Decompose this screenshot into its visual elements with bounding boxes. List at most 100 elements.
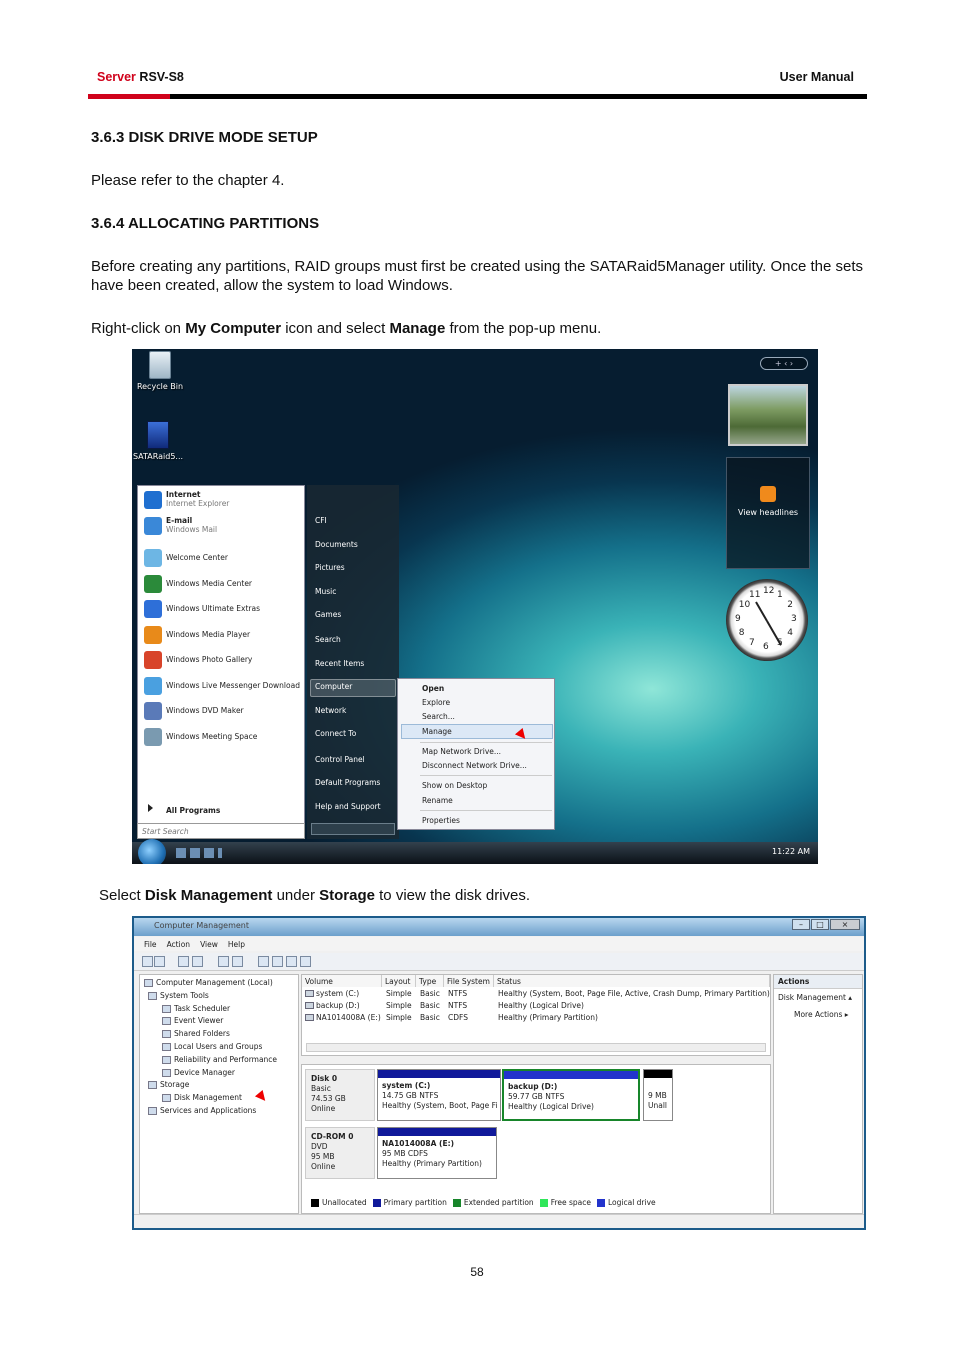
- partition-c[interactable]: system (C:) 14.75 GB NTFS Healthy (System,…: [377, 1069, 501, 1121]
- menu-action[interactable]: Action: [167, 940, 191, 949]
- tree-item-3[interactable]: Event Viewer: [174, 1016, 223, 1025]
- recycle-bin-icon[interactable]: Recycle Bin: [134, 351, 186, 391]
- quick-launch-icons[interactable]: [176, 848, 222, 858]
- place-item-7[interactable]: Computer: [315, 682, 352, 691]
- context-item-2[interactable]: Search...: [422, 712, 455, 721]
- computer-context-menu: Open Explore Search... Manage Map Network Dr…: [397, 678, 555, 830]
- sidebar-controls[interactable]: + ‹ ›: [760, 357, 808, 370]
- place-item-2[interactable]: Pictures: [315, 563, 345, 572]
- toolbar-button-icon[interactable]: [218, 956, 229, 967]
- context-item-0[interactable]: Open: [422, 684, 444, 693]
- context-item-8[interactable]: Properties: [422, 816, 460, 825]
- section-text-364: Before creating any partitions, RAID gro…: [91, 258, 864, 294]
- feed-gadget[interactable]: View headlines: [726, 457, 810, 569]
- partition-unallocated[interactable]: 9 MB Unall: [643, 1069, 673, 1121]
- place-item-6[interactable]: Recent Items: [315, 659, 364, 668]
- place-item-8[interactable]: Network: [315, 706, 346, 715]
- tree-item-0[interactable]: Computer Management (Local): [156, 978, 273, 987]
- clock-number-2: 2: [787, 600, 793, 610]
- volume-cell[interactable]: backup (D:): [316, 1001, 360, 1010]
- column-file-system[interactable]: File System: [444, 975, 494, 987]
- start-item-5[interactable]: Windows Media Player: [166, 630, 250, 639]
- tree-node-icon: [162, 1068, 171, 1077]
- place-item-11[interactable]: Default Programs: [315, 778, 380, 787]
- start-search-input[interactable]: Start Search: [137, 823, 305, 839]
- place-item-9[interactable]: Connect To: [315, 729, 356, 738]
- sataraid-icon[interactable]: SATARaid5...: [132, 421, 184, 461]
- header-rule-red: [88, 94, 170, 99]
- action-more-actions[interactable]: More Actions ▸: [774, 1006, 862, 1023]
- place-item-4[interactable]: Games: [315, 610, 341, 619]
- place-item-10[interactable]: Control Panel: [315, 755, 365, 764]
- context-item-3[interactable]: Manage: [422, 727, 452, 736]
- column-layout[interactable]: Layout: [382, 975, 416, 987]
- toolbar-button-icon[interactable]: [154, 956, 165, 967]
- partition-d[interactable]: backup (D:) 59.77 GB NTFS Healthy (Logical…: [502, 1069, 640, 1121]
- place-item-5[interactable]: Search: [315, 635, 341, 644]
- start-item-4[interactable]: Windows Ultimate Extras: [166, 604, 260, 613]
- start-item-9[interactable]: Windows Meeting Space: [166, 732, 257, 741]
- column-status[interactable]: Status: [494, 975, 770, 987]
- context-item-7[interactable]: Rename: [422, 796, 453, 805]
- context-item-1[interactable]: Explore: [422, 698, 450, 707]
- actions-pane: Actions Disk Management ▴ More Actions ▸: [773, 974, 863, 1214]
- toolbar-button-icon[interactable]: [232, 956, 243, 967]
- tree-item-4[interactable]: Shared Folders: [174, 1029, 230, 1038]
- tree-item-9[interactable]: Disk Management: [174, 1093, 242, 1102]
- toolbar-button-icon[interactable]: [142, 956, 153, 967]
- tree-item-5[interactable]: Local Users and Groups: [174, 1042, 262, 1051]
- partition-e[interactable]: NA1014008A (E:) 95 MB CDFS Healthy (Primar…: [377, 1127, 497, 1179]
- toolbar-button-icon[interactable]: [300, 956, 311, 967]
- toolbar-button-icon[interactable]: [178, 956, 189, 967]
- all-programs[interactable]: All Programs: [166, 806, 220, 815]
- volume-cell: NTFS: [448, 989, 468, 998]
- start-orb-icon[interactable]: [138, 839, 166, 864]
- menu-file[interactable]: File: [144, 940, 157, 949]
- place-item-0[interactable]: CFI: [315, 516, 327, 525]
- volume-cell[interactable]: system (C:): [316, 989, 359, 998]
- disk-map: Disk 0 Basic 74.53 GB Online system (C:) 14.…: [301, 1064, 771, 1214]
- menu-help[interactable]: Help: [228, 940, 245, 949]
- actions-title: Actions: [774, 975, 862, 989]
- start-item-6[interactable]: Windows Photo Gallery: [166, 655, 252, 664]
- tray-clock[interactable]: 11:22 AM: [772, 847, 810, 856]
- tree-item-7[interactable]: Device Manager: [174, 1068, 235, 1077]
- start-item-2[interactable]: Welcome Center: [166, 553, 228, 562]
- place-item-3[interactable]: Music: [315, 587, 336, 596]
- start-item-8[interactable]: Windows DVD Maker: [166, 706, 244, 715]
- action-disk-management[interactable]: Disk Management ▴: [774, 989, 862, 1006]
- column-type[interactable]: Type: [416, 975, 444, 987]
- clock-number-11: 11: [749, 589, 761, 600]
- horizontal-scrollbar[interactable]: [306, 1043, 766, 1052]
- start-item-0[interactable]: Internet Internet Explorer: [166, 490, 229, 508]
- tree-node-icon: [144, 979, 153, 987]
- place-item-12[interactable]: Help and Support: [315, 802, 381, 811]
- disk0-label[interactable]: Disk 0 Basic 74.53 GB Online: [305, 1069, 375, 1121]
- menu-view[interactable]: View: [200, 940, 218, 949]
- tree-item-1[interactable]: System Tools: [160, 991, 209, 1000]
- toolbar-button-icon[interactable]: [192, 956, 203, 967]
- context-item-4[interactable]: Map Network Drive...: [422, 747, 501, 756]
- toolbar-button-icon[interactable]: [286, 956, 297, 967]
- column-volume[interactable]: Volume: [302, 975, 382, 987]
- slideshow-gadget[interactable]: [728, 384, 808, 446]
- place-item-1[interactable]: Documents: [315, 540, 358, 549]
- maximize-button[interactable]: □: [811, 919, 829, 930]
- tree-item-2[interactable]: Task Scheduler: [174, 1004, 230, 1013]
- start-item-7[interactable]: Windows Live Messenger Download: [166, 681, 300, 690]
- start-item-label: Windows Media Center: [166, 579, 253, 588]
- start-item-1[interactable]: E-mail Windows Mail: [166, 516, 217, 534]
- cdrom-label[interactable]: CD-ROM 0 DVD 95 MB Online: [305, 1127, 375, 1179]
- context-item-6[interactable]: Show on Desktop: [422, 781, 487, 790]
- tree-item-10[interactable]: Services and Applications: [160, 1106, 256, 1115]
- toolbar-button-icon[interactable]: [272, 956, 283, 967]
- power-buttons[interactable]: [311, 823, 395, 835]
- tree-item-8[interactable]: Storage: [160, 1080, 189, 1089]
- close-button[interactable]: ×: [830, 919, 860, 930]
- start-item-3[interactable]: Windows Media Center: [166, 579, 252, 588]
- minimize-button[interactable]: –: [792, 919, 810, 930]
- tree-item-6[interactable]: Reliability and Performance: [174, 1055, 277, 1064]
- toolbar-button-icon[interactable]: [258, 956, 269, 967]
- volume-cell[interactable]: NA1014008A (E:): [316, 1013, 381, 1022]
- context-item-5[interactable]: Disconnect Network Drive...: [422, 761, 527, 770]
